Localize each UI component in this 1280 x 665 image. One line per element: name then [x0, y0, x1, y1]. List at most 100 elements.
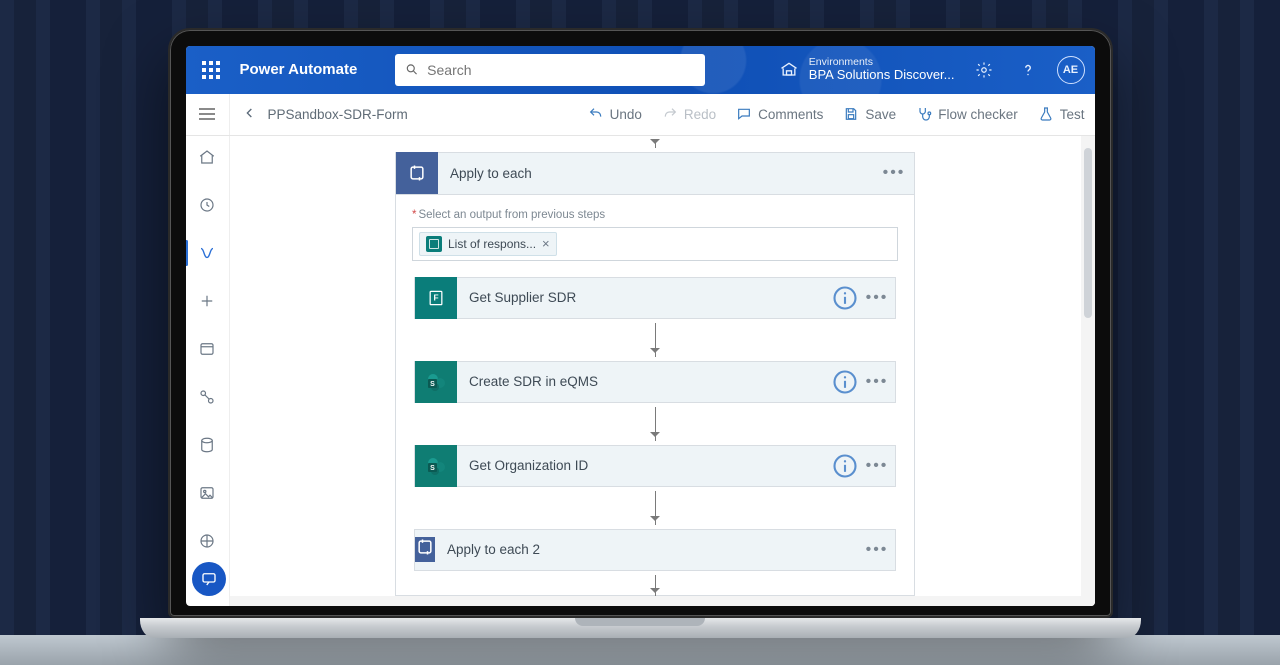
nav-connectors[interactable] — [186, 382, 230, 412]
flow-icon — [198, 244, 216, 262]
comments-button[interactable]: Comments — [736, 106, 823, 122]
action-title: Create SDR in eQMS — [469, 374, 831, 389]
action-menu[interactable]: ••• — [859, 457, 895, 475]
apply-to-each-2-title: Apply to each 2 — [447, 542, 859, 557]
nav-approvals[interactable] — [186, 190, 230, 220]
global-header: Power Automate Environments BPA Solution… — [186, 46, 1095, 94]
save-label: Save — [865, 107, 896, 122]
waffle-icon — [202, 61, 220, 79]
save-icon — [843, 106, 859, 122]
apply-to-each-body: *Select an output from previous steps Li… — [396, 195, 914, 595]
environment-text: Environments BPA Solutions Discover... — [809, 56, 955, 83]
action-title: Get Supplier SDR — [469, 290, 831, 305]
connector-icon — [198, 388, 216, 406]
stethoscope-icon — [916, 106, 932, 122]
app-screen: Power Automate Environments BPA Solution… — [186, 46, 1095, 606]
sharepoint-icon: S — [424, 370, 448, 394]
connector-arrow — [655, 323, 656, 357]
comment-icon — [736, 106, 752, 122]
plus-icon — [198, 292, 216, 310]
template-icon — [198, 340, 216, 358]
designer-canvas-wrap: Apply to each ••• *Select an output from… — [230, 136, 1095, 606]
command-actions: Undo Redo Comments — [588, 106, 1085, 122]
action-help[interactable] — [831, 284, 859, 312]
action-create-sdr-eqms[interactable]: S Create SDR in eQMS ••• — [414, 361, 896, 403]
info-icon — [831, 368, 859, 396]
nav-templates[interactable] — [186, 334, 230, 364]
action-menu[interactable]: ••• — [859, 373, 895, 391]
loop-icon-box — [415, 537, 435, 562]
laptop-frame: Power Automate Environments BPA Solution… — [168, 28, 1113, 638]
nav-data[interactable] — [186, 430, 230, 460]
environment-value: BPA Solutions Discover... — [809, 68, 955, 83]
ate-input-label-text: Select an output from previous steps — [418, 209, 605, 221]
action-get-supplier-sdr[interactable]: F Get Supplier SDR ••• — [414, 277, 896, 319]
designer-canvas[interactable]: Apply to each ••• *Select an output from… — [230, 136, 1081, 596]
help-button[interactable] — [1013, 61, 1043, 79]
chatbot-button[interactable] — [192, 562, 226, 596]
redo-icon — [662, 106, 678, 122]
apply-to-each-2-card[interactable]: Apply to each 2 ••• — [414, 529, 896, 571]
account-avatar[interactable]: AE — [1057, 56, 1085, 84]
action-get-org-id[interactable]: S Get Organization ID ••• — [414, 445, 896, 487]
environment-label: Environments — [809, 56, 955, 68]
nav-my-flows[interactable] — [186, 238, 230, 268]
undo-button[interactable]: Undo — [588, 106, 642, 122]
sharepoint-icon-box: S — [415, 361, 457, 403]
undo-label: Undo — [610, 107, 642, 122]
sharepoint-icon: S — [424, 454, 448, 478]
brain-icon — [198, 532, 216, 550]
search-input[interactable] — [427, 62, 695, 78]
arrow-left-icon — [242, 105, 258, 121]
forms-icon: F — [426, 288, 446, 308]
test-button[interactable]: Test — [1038, 106, 1085, 122]
redo-label: Redo — [684, 107, 716, 122]
nav-ai-builder[interactable] — [186, 526, 230, 556]
clock-arrow-icon — [198, 196, 216, 214]
question-icon — [1019, 61, 1037, 79]
apply-to-each-card[interactable]: Apply to each ••• *Select an output from… — [395, 152, 915, 596]
forms-icon-box: F — [415, 277, 457, 319]
loop-icon-box — [396, 152, 438, 194]
global-search[interactable] — [395, 54, 705, 86]
image-icon — [198, 484, 216, 502]
apply-to-each-2-menu[interactable]: ••• — [859, 541, 895, 559]
nav-monitor[interactable] — [186, 478, 230, 508]
home-icon — [198, 148, 216, 166]
action-menu[interactable]: ••• — [859, 289, 895, 307]
flow-title: PPSandbox-SDR-Form — [268, 107, 408, 122]
apply-to-each-menu[interactable]: ••• — [874, 164, 914, 182]
comments-label: Comments — [758, 107, 823, 122]
ate-output-input[interactable]: List of respons... × — [412, 227, 898, 261]
laptop-base — [140, 618, 1141, 638]
nav-create[interactable] — [186, 286, 230, 316]
dynamic-content-token[interactable]: List of respons... × — [419, 232, 557, 256]
svg-text:S: S — [430, 381, 435, 388]
settings-button[interactable] — [969, 61, 999, 79]
sharepoint-icon-box: S — [415, 445, 457, 487]
gear-icon — [975, 61, 993, 79]
desk-surface — [0, 635, 1280, 665]
flask-icon — [1038, 106, 1054, 122]
horizontal-scrollbar[interactable] — [230, 596, 1081, 606]
action-help[interactable] — [831, 368, 859, 396]
undo-icon — [588, 106, 604, 122]
nav-collapse-button[interactable] — [199, 108, 215, 120]
action-help[interactable] — [831, 452, 859, 480]
environment-picker[interactable]: Environments BPA Solutions Discover... — [779, 56, 955, 83]
loop-icon — [407, 163, 427, 183]
apply-to-each-header[interactable]: Apply to each ••• — [396, 153, 914, 195]
flow-checker-button[interactable]: Flow checker — [916, 106, 1018, 122]
environment-icon — [779, 60, 799, 80]
vertical-scrollbar[interactable] — [1081, 136, 1095, 606]
token-remove[interactable]: × — [542, 237, 550, 250]
app-launcher-button[interactable] — [196, 61, 226, 79]
search-icon — [405, 62, 419, 77]
main-area: Ask a chatbot — [186, 136, 1095, 606]
info-icon — [831, 452, 859, 480]
token-text: List of respons... — [448, 237, 536, 251]
connector-arrow — [655, 491, 656, 525]
back-button[interactable] — [242, 105, 258, 124]
nav-home[interactable] — [186, 142, 230, 172]
save-button[interactable]: Save — [843, 106, 896, 122]
